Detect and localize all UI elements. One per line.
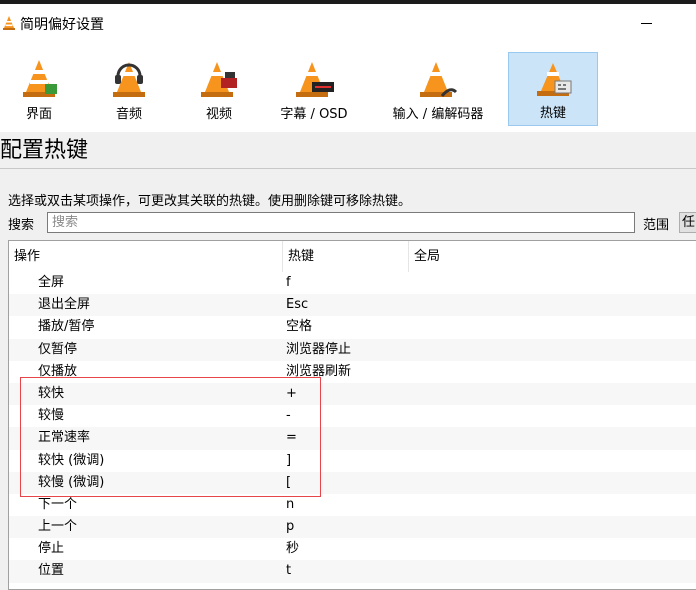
table-row[interactable]: 仅播放 浏览器刷新 bbox=[9, 361, 696, 383]
hotkey-cell: n bbox=[286, 496, 295, 512]
tab-subtitles-osd-label: 字幕 / OSD bbox=[280, 107, 348, 122]
hotkeys-icon bbox=[537, 63, 572, 96]
action-cell: 播放/暂停 bbox=[38, 319, 95, 335]
action-cell: 仅播放 bbox=[38, 363, 78, 379]
action-cell: 正常速率 bbox=[38, 430, 91, 446]
hotkey-cell: 秒 bbox=[286, 541, 300, 557]
hotkey-cell: 浏览器刷新 bbox=[286, 363, 352, 379]
scope-label: 范围 bbox=[643, 218, 670, 233]
action-cell: 全屏 bbox=[38, 275, 65, 290]
hotkeys-table[interactable]: 操作 热键 全局 全屏 f 退出全屏 Esc 播放/暂停 空格 仅暂停 浏览器停止 仅播… bbox=[8, 240, 696, 590]
instruction-text: 选择或双击某项操作，可更改其关联的热键。使用删除键可移除热键。 bbox=[8, 194, 412, 209]
search-input[interactable] bbox=[47, 212, 635, 233]
hotkey-cell: 空格 bbox=[286, 319, 313, 335]
action-cell: 下一个 bbox=[38, 496, 78, 512]
tab-interface[interactable]: 界面 bbox=[0, 52, 84, 126]
hotkey-cell: t bbox=[286, 563, 292, 579]
category-toolbar: 界面 音频 视频 字幕 / OSD 输入 / 编解码器 热键 bbox=[0, 40, 696, 132]
hotkey-cell: - bbox=[286, 408, 291, 424]
tab-video[interactable]: 视频 bbox=[174, 52, 264, 126]
hotkey-cell: Esc bbox=[286, 297, 309, 313]
minimize-button[interactable] bbox=[636, 12, 658, 34]
table-body: 全屏 f 退出全屏 Esc 播放/暂停 空格 仅暂停 浏览器停止 仅播放 浏览器刷新 较快… bbox=[9, 272, 696, 583]
action-cell: 退出全屏 bbox=[38, 297, 91, 313]
table-row[interactable]: 较慢 (微调) [ bbox=[9, 471, 696, 494]
tab-hotkeys-label: 热键 bbox=[539, 106, 566, 121]
tab-input-codecs-label: 输入 / 编解码器 bbox=[392, 107, 484, 122]
hotkey-cell: = bbox=[286, 430, 297, 446]
table-row[interactable]: 下一个 n bbox=[9, 494, 696, 516]
hotkey-cell: 浏览器停止 bbox=[286, 341, 352, 357]
table-header: 操作 热键 全局 bbox=[9, 241, 696, 272]
subtitles-icon bbox=[296, 62, 334, 97]
scope-select[interactable]: 任 bbox=[679, 212, 696, 233]
action-cell: 较慢 (微调) bbox=[38, 474, 105, 490]
table-row[interactable]: 位置 t bbox=[9, 560, 696, 583]
table-row[interactable]: 较快 + bbox=[9, 382, 696, 406]
hotkey-cell: + bbox=[286, 385, 297, 401]
action-cell: 较快 bbox=[38, 385, 65, 401]
page-title: 配置热键 bbox=[0, 138, 89, 163]
action-cell: 仅暂停 bbox=[38, 341, 78, 357]
input-codecs-icon bbox=[420, 62, 458, 97]
audio-icon bbox=[113, 62, 145, 97]
table-row[interactable]: 退出全屏 Esc bbox=[9, 294, 696, 317]
title-bar: 简明偏好设置 bbox=[0, 4, 696, 40]
tab-subtitles-osd[interactable]: 字幕 / OSD bbox=[264, 52, 364, 126]
window-title: 简明偏好设置 bbox=[20, 17, 104, 33]
hotkey-cell: ] bbox=[286, 452, 292, 468]
action-cell: 位置 bbox=[38, 563, 65, 579]
divider bbox=[0, 168, 696, 169]
tab-video-label: 视频 bbox=[205, 107, 232, 122]
table-row[interactable]: 全屏 f bbox=[9, 272, 696, 294]
table-row[interactable]: 上一个 p bbox=[9, 516, 696, 539]
hotkey-cell: p bbox=[286, 519, 295, 535]
table-row[interactable]: 仅暂停 浏览器停止 bbox=[9, 338, 696, 361]
table-row[interactable]: 正常速率 = bbox=[9, 427, 696, 450]
table-row[interactable]: 停止 秒 bbox=[9, 538, 696, 560]
tab-input-codecs[interactable]: 输入 / 编解码器 bbox=[378, 52, 498, 126]
search-label: 搜索 bbox=[8, 218, 35, 233]
interface-icon bbox=[23, 60, 57, 97]
action-cell: 较慢 bbox=[38, 408, 65, 424]
tab-audio-label: 音频 bbox=[115, 107, 142, 122]
table-row[interactable]: 较快 (微调)] bbox=[9, 450, 696, 472]
table-row[interactable]: 播放/暂停 空格 bbox=[9, 316, 696, 338]
table-row[interactable]: 较慢 - bbox=[9, 405, 696, 427]
action-cell: 停止 bbox=[38, 541, 65, 557]
tab-interface-label: 界面 bbox=[25, 107, 52, 122]
tab-audio[interactable]: 音频 bbox=[84, 52, 174, 126]
action-cell: 较快 (微调) bbox=[38, 452, 105, 468]
column-header-global[interactable]: 全局 bbox=[409, 241, 696, 272]
action-cell: 上一个 bbox=[38, 519, 78, 535]
hotkey-cell: [ bbox=[286, 474, 292, 490]
column-header-hotkey[interactable]: 热键 bbox=[283, 241, 409, 272]
column-header-action[interactable]: 操作 bbox=[9, 241, 283, 272]
hotkey-cell: f bbox=[286, 275, 291, 290]
vlc-cone-icon bbox=[2, 15, 16, 35]
video-icon bbox=[201, 62, 237, 97]
tab-hotkeys[interactable]: 热键 bbox=[508, 52, 598, 126]
